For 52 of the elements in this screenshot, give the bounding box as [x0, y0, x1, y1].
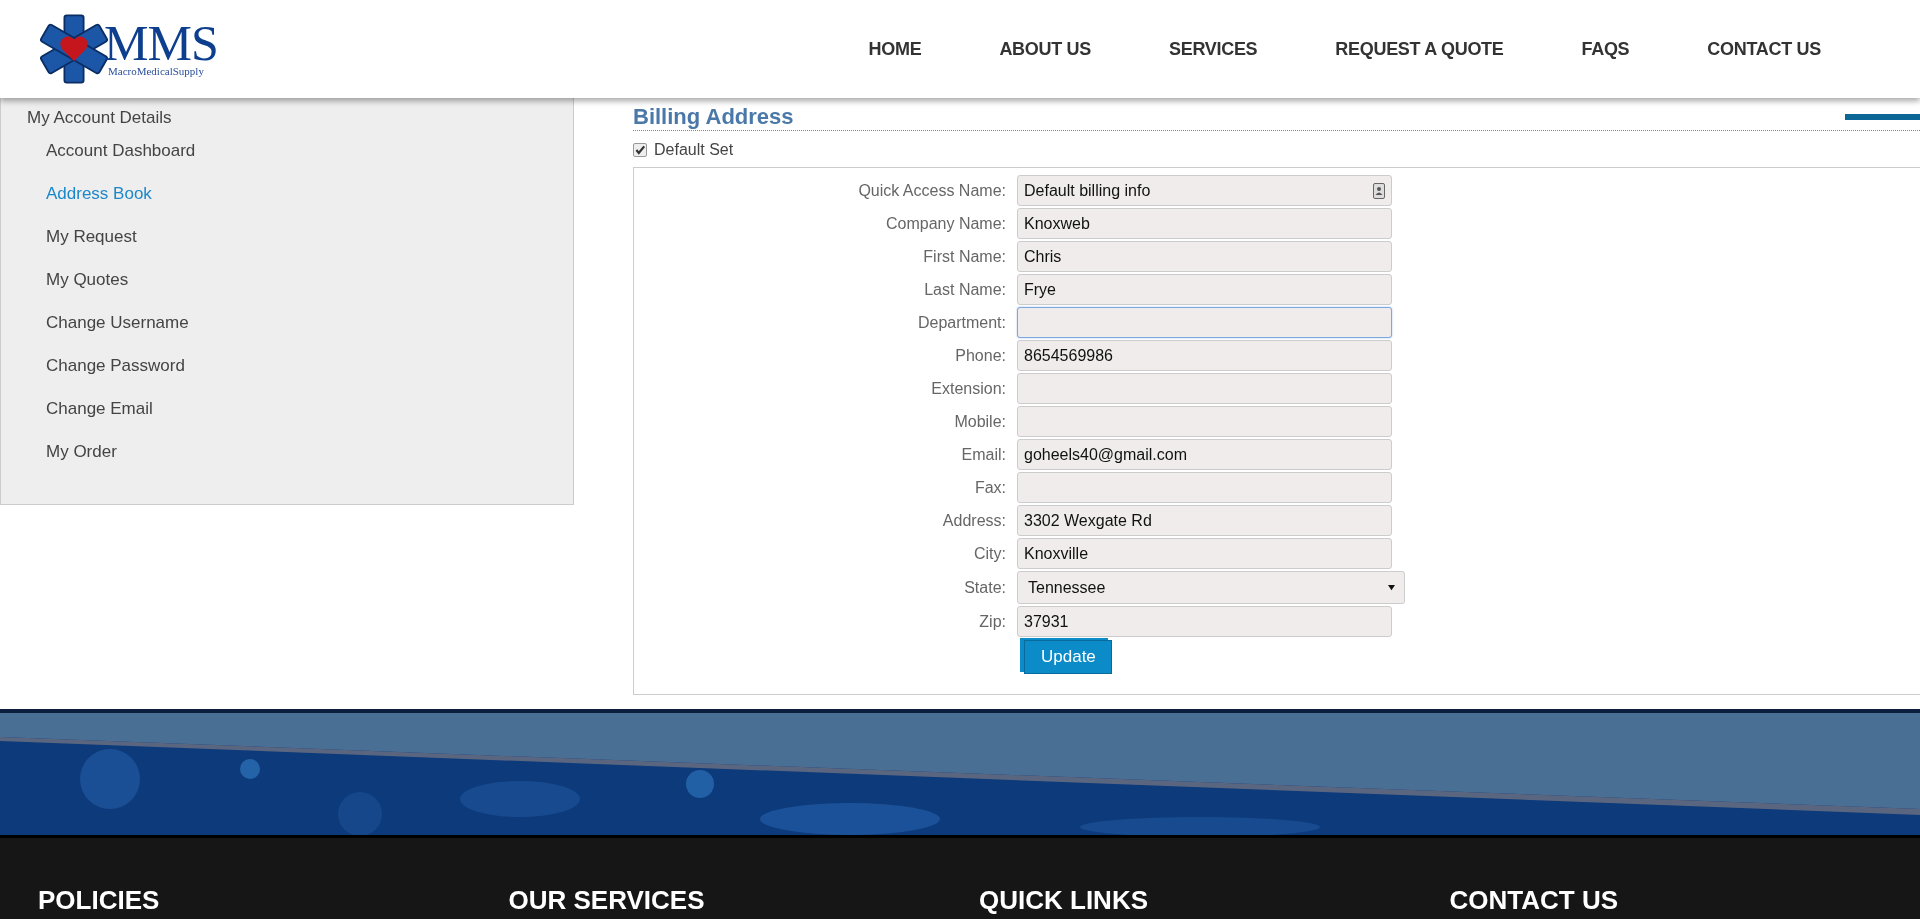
- input-field[interactable]: [1017, 307, 1392, 338]
- sidebar-link[interactable]: Change Email: [27, 399, 573, 442]
- sidebar-link[interactable]: My Quotes: [27, 270, 573, 313]
- sidebar-link[interactable]: Change Password: [27, 356, 573, 399]
- field-label: Last Name:: [923, 280, 1007, 299]
- field-label: Extension:: [930, 379, 1007, 398]
- field-label: First Name:: [922, 247, 1007, 266]
- field-label: Mobile:: [953, 412, 1007, 431]
- sidebar-link[interactable]: My Order: [27, 442, 573, 485]
- footer-heading: QUICK LINKS: [979, 885, 1149, 915]
- field-label: State:: [963, 578, 1007, 597]
- nav-link[interactable]: REQUEST A QUOTE: [1296, 38, 1543, 60]
- field-label: City:: [973, 544, 1007, 563]
- field-label: Phone:: [954, 346, 1007, 365]
- input-field[interactable]: 8654569986: [1017, 340, 1392, 371]
- contact-card-icon[interactable]: [1373, 182, 1385, 199]
- input-field[interactable]: [1017, 373, 1392, 404]
- sidebar-heading: My Account Details: [27, 108, 173, 128]
- sidebar-link[interactable]: Account Dashboard: [27, 141, 573, 184]
- field-label: Company Name:: [884, 214, 1007, 233]
- input-field[interactable]: goheels40@gmail.com: [1017, 439, 1392, 470]
- field-label: Department:: [916, 313, 1007, 332]
- nav-link[interactable]: CONTACT US: [1668, 38, 1860, 60]
- input-field[interactable]: Frye: [1017, 274, 1392, 305]
- sidebar-link[interactable]: Change Username: [27, 313, 573, 356]
- nav-link[interactable]: SERVICES: [1130, 38, 1297, 60]
- input-field[interactable]: Chris: [1017, 241, 1392, 272]
- caret-icon: [1387, 584, 1396, 591]
- field-label: Zip:: [978, 612, 1007, 631]
- nav-link[interactable]: FAQS: [1542, 38, 1669, 60]
- footer-heading: POLICIES: [38, 885, 161, 915]
- field-label: Email:: [960, 445, 1007, 464]
- input-field[interactable]: Default billing info: [1017, 175, 1392, 206]
- checkbox[interactable]: [633, 143, 647, 157]
- input-field[interactable]: 37931: [1017, 606, 1392, 637]
- input-field[interactable]: [1017, 472, 1392, 503]
- sidebar-link[interactable]: My Request: [27, 227, 573, 270]
- field-label: Quick Access Name:: [857, 181, 1007, 200]
- input-field[interactable]: 3302 Wexgate Rd: [1017, 505, 1392, 536]
- footer-heading: OUR SERVICES: [508, 885, 706, 915]
- checkbox-label: Default Set: [654, 141, 734, 159]
- footer-heading: CONTACT US: [1449, 885, 1619, 915]
- section-title: Billing Address: [633, 104, 795, 130]
- input-field[interactable]: Knoxweb: [1017, 208, 1392, 239]
- input-field[interactable]: Knoxville: [1017, 538, 1392, 569]
- state-dropdown[interactable]: Tennessee: [1017, 571, 1405, 604]
- logo[interactable]: MMS MacroMedicalSupply: [38, 13, 218, 85]
- nav-link[interactable]: ABOUT US: [960, 38, 1130, 60]
- input-field[interactable]: [1017, 406, 1392, 437]
- field-label: Fax:: [973, 478, 1007, 497]
- nav-link[interactable]: HOME: [829, 38, 961, 60]
- field-label: Address:: [941, 511, 1007, 530]
